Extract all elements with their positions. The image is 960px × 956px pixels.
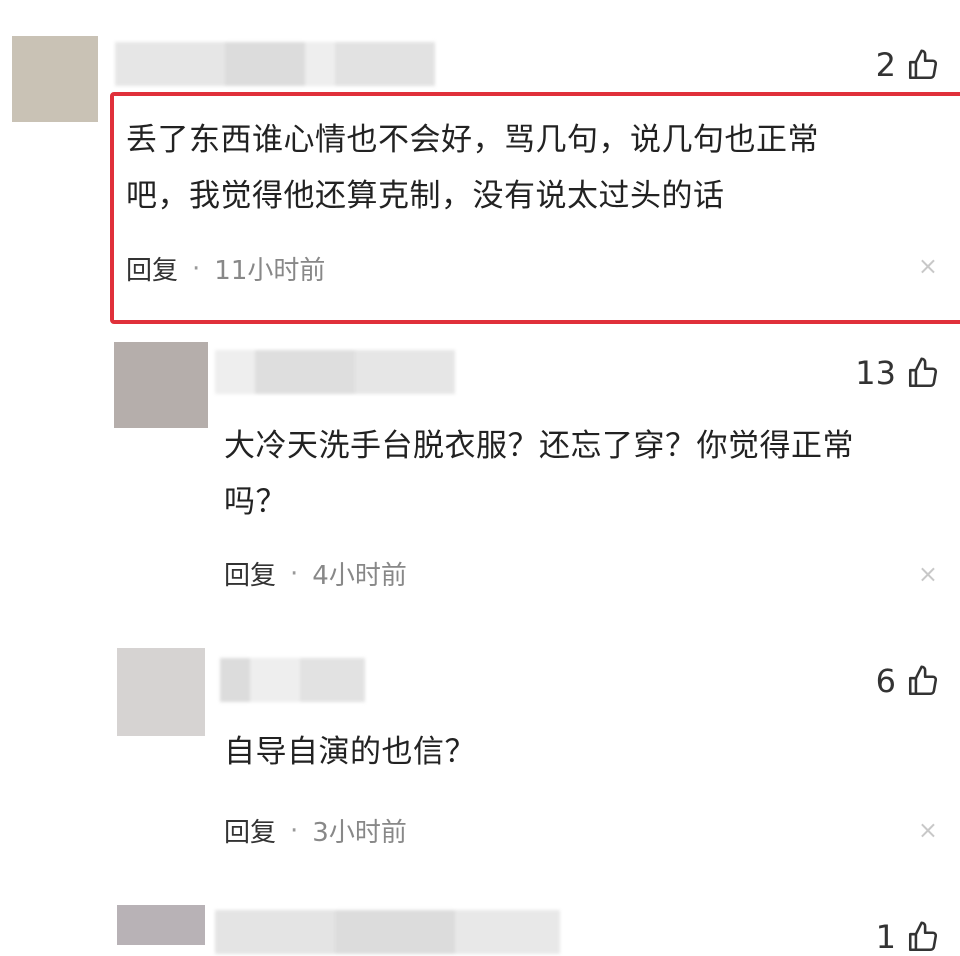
comment-meta: 回复 · 4小时前 (224, 555, 407, 592)
timestamp: 3小时前 (312, 818, 407, 848)
username-blurred[interactable] (215, 350, 455, 394)
timestamp: 4小时前 (312, 561, 407, 591)
comment-meta: 回复 · 11小时前 (126, 250, 325, 287)
thumbs-up-icon (908, 921, 938, 952)
comment-text-line: 吧，我觉得他还算克制，没有说太过头的话 (126, 178, 725, 214)
comment-text: 自导自演的也信？ (224, 724, 934, 780)
reply-button[interactable]: 回复 (224, 555, 276, 592)
reply-button[interactable]: 回复 (126, 250, 178, 287)
close-icon[interactable]: × (918, 560, 938, 588)
username-blurred[interactable] (215, 910, 560, 954)
like-count: 1 (875, 918, 896, 956)
thumbs-up-icon (908, 357, 938, 388)
reply-button[interactable]: 回复 (224, 812, 276, 849)
comment-text-line: 大冷天洗手台脱衣服？还忘了穿？你觉得正常 (224, 428, 854, 464)
comment-meta: 回复 · 3小时前 (224, 812, 407, 849)
separator-dot: · (192, 253, 201, 284)
thumbs-up-icon (908, 665, 938, 696)
username-blurred[interactable] (115, 42, 435, 86)
close-icon[interactable]: × (918, 816, 938, 844)
avatar[interactable] (114, 342, 208, 428)
comment-text: 丢了东西谁心情也不会好，骂几句，说几句也正常 吧，我觉得他还算克制，没有说太过头… (126, 112, 926, 224)
like-count: 13 (855, 354, 896, 392)
avatar[interactable] (117, 648, 205, 736)
close-icon[interactable]: × (918, 252, 938, 280)
like-button[interactable]: 1 (876, 918, 940, 956)
like-count: 6 (875, 662, 896, 700)
avatar[interactable] (117, 905, 205, 945)
comment-text-line: 吗？ (224, 484, 287, 520)
like-count: 2 (875, 46, 896, 84)
comment-text-line: 丢了东西谁心情也不会好，骂几句，说几句也正常 (126, 122, 819, 158)
comment-text: 大冷天洗手台脱衣服？还忘了穿？你觉得正常 吗？ (224, 418, 934, 530)
separator-dot: · (290, 815, 299, 846)
avatar[interactable] (12, 36, 98, 122)
like-button[interactable]: 2 (876, 46, 940, 84)
comment-text-line: 自导自演的也信？ (224, 734, 476, 770)
like-button[interactable]: 13 (855, 354, 940, 392)
thumbs-up-icon (908, 49, 938, 80)
username-blurred[interactable] (220, 658, 365, 702)
like-button[interactable]: 6 (876, 662, 940, 700)
timestamp: 11小时前 (214, 256, 326, 286)
separator-dot: · (290, 558, 299, 589)
